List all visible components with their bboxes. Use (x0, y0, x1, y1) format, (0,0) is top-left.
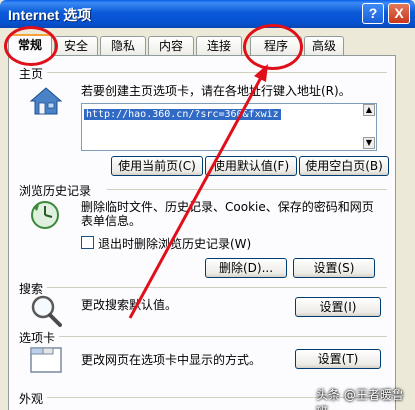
delete-on-exit-label: 退出时删除浏览历史记录(W) (98, 237, 252, 251)
search-description: 更改搜索默认值。 (81, 298, 178, 312)
tabs-settings-button[interactable]: 设置(T) (295, 349, 381, 369)
homepage-url-text: http://hao.360.cn/?src=360&fxwiz (84, 109, 281, 120)
tabs-window-icon (30, 347, 62, 373)
home-icon (29, 87, 63, 115)
history-description-1: 删除临时文件、历史记录、Cookie、保存的密码和网页 (81, 200, 374, 214)
homepage-description: 若要创建主页选项卡，请在各地址行键入地址(R)。 (81, 84, 351, 98)
history-settings-button[interactable]: 设置(S) (293, 258, 375, 278)
tab-privacy[interactable]: 隐私 (100, 36, 146, 56)
tabs-description: 更改网页在选项卡中显示的方式。 (81, 353, 262, 367)
url-scroll-down-icon[interactable]: ▼ (363, 137, 375, 149)
search-settings-button[interactable]: 设置(I) (295, 297, 381, 317)
history-clock-icon (31, 201, 59, 229)
homepage-url-input[interactable]: http://hao.360.cn/?src=360&fxwiz (81, 103, 377, 151)
close-button[interactable]: X (388, 3, 410, 24)
history-group-title: 浏览历史记录 (19, 184, 92, 198)
tabs-divider (59, 336, 387, 337)
watermark-text: 头条 @王者暖鲁班 (316, 388, 404, 410)
title-bar: Internet 选项 ? X (0, 0, 415, 28)
tab-advanced[interactable]: 高级 (304, 36, 344, 56)
tab-security[interactable]: 安全 (54, 36, 98, 56)
search-divider (47, 287, 387, 288)
url-scroll-up-icon[interactable]: ▲ (363, 104, 375, 116)
use-blank-button[interactable]: 使用空白页(B) (299, 156, 389, 176)
tab-general[interactable]: 常规 (8, 34, 52, 57)
window-title: Internet 选项 (8, 7, 92, 23)
homepage-divider (47, 72, 387, 73)
history-divider (107, 189, 387, 190)
tab-programs[interactable]: 程序 (250, 36, 302, 56)
delete-on-exit-checkbox[interactable] (81, 236, 94, 249)
delete-history-button[interactable]: 删除(D)... (205, 258, 287, 278)
tab-content[interactable]: 内容 (148, 36, 194, 56)
use-default-button[interactable]: 使用默认值(F) (205, 156, 297, 176)
use-current-button[interactable]: 使用当前页(C) (111, 156, 203, 176)
general-panel: 主页 若要创建主页选项卡，请在各地址行键入地址(R)。 http://hao.3… (8, 55, 396, 410)
search-magnifier-icon (31, 295, 62, 327)
appearance-group-title: 外观 (19, 392, 44, 406)
tab-connections[interactable]: 连接 (196, 36, 242, 56)
help-button[interactable]: ? (362, 3, 384, 24)
homepage-group-title: 主页 (19, 67, 44, 81)
history-description-2: 表单信息。 (81, 214, 142, 228)
